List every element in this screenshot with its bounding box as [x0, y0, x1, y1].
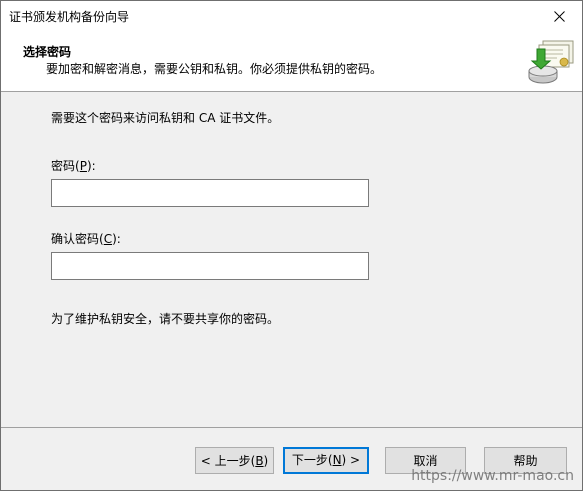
confirm-password-input[interactable]	[51, 252, 369, 280]
title-bar[interactable]: 证书颁发机构备份向导	[1, 1, 582, 31]
confirm-password-label: 确认密码(C):	[51, 232, 121, 246]
watermark-text: https://www.mr-mao.cn	[411, 468, 574, 484]
window-title: 证书颁发机构备份向导	[9, 10, 130, 24]
close-icon	[554, 11, 565, 22]
wizard-body: 需要这个密码来访问私钥和 CA 证书文件。 密码(P): 确认密码(C): 为了…	[1, 92, 582, 427]
password-label: 密码(P):	[51, 159, 96, 173]
wizard-footer: < 上一步(B) 下一步(N) > 取消 帮助 https://www.mr-m…	[1, 428, 582, 490]
security-warning-text: 为了维护私钥安全，请不要共享你的密码。	[51, 312, 280, 326]
back-button[interactable]: < 上一步(B)	[195, 447, 274, 474]
intro-text: 需要这个密码来访问私钥和 CA 证书文件。	[51, 111, 280, 125]
password-input[interactable]	[51, 179, 369, 207]
page-subtitle: 要加密和解密消息，需要公钥和私钥。你必须提供私钥的密码。	[46, 62, 383, 76]
wizard-window: 证书颁发机构备份向导 选择密码 要加密和解密消息，需要公钥和私钥。你必须提供私钥…	[0, 0, 583, 491]
next-button[interactable]: 下一步(N) >	[283, 447, 369, 474]
close-button[interactable]	[537, 1, 582, 31]
wizard-header: 选择密码 要加密和解密消息，需要公钥和私钥。你必须提供私钥的密码。	[1, 31, 582, 91]
certificate-backup-icon	[528, 40, 574, 84]
page-title: 选择密码	[23, 45, 72, 59]
